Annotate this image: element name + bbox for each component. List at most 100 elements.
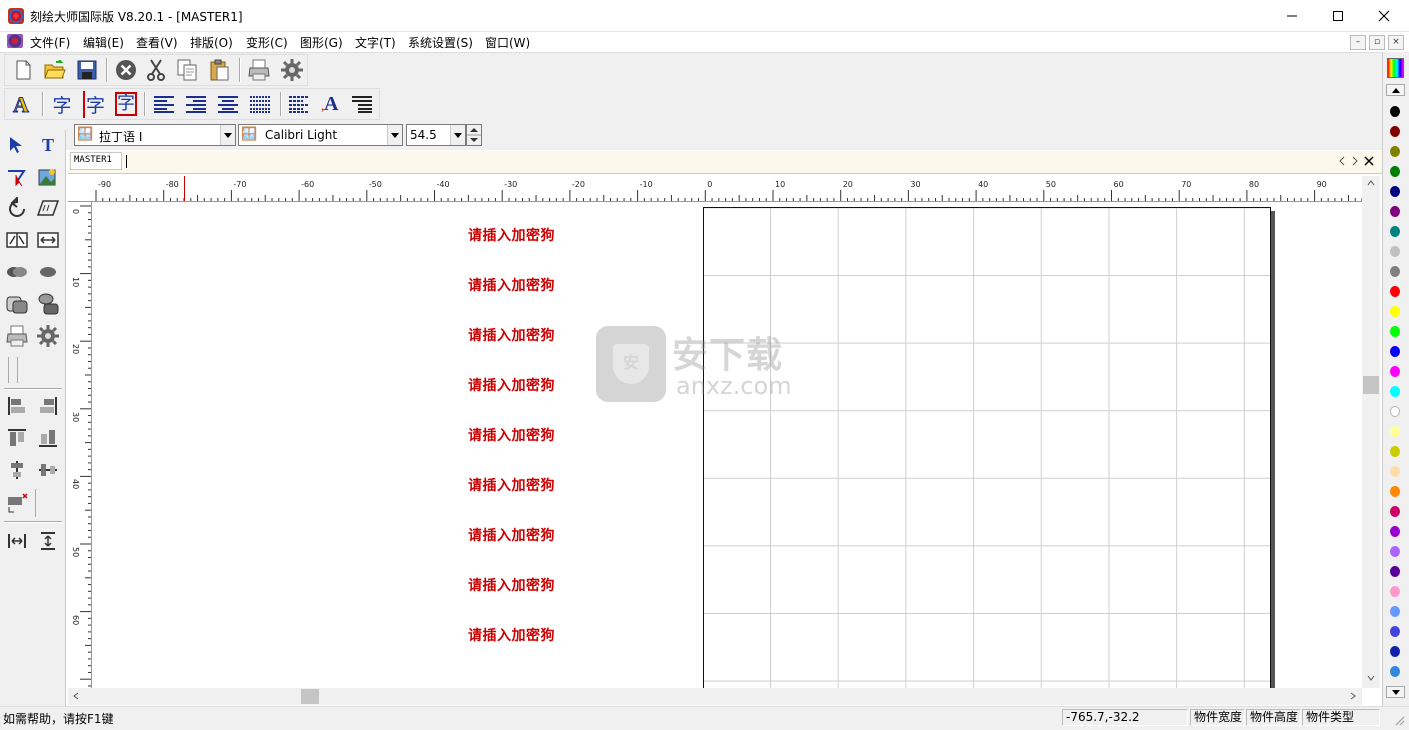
color-swatch[interactable] bbox=[1390, 406, 1400, 417]
chevron-right-icon[interactable] bbox=[1350, 692, 1356, 700]
document-icon[interactable] bbox=[7, 34, 23, 48]
align-top-tool[interactable] bbox=[4, 425, 30, 451]
combine-tool[interactable] bbox=[4, 291, 30, 317]
color-swatch[interactable] bbox=[1390, 146, 1400, 157]
menu-view[interactable]: 查看(V) bbox=[136, 34, 178, 51]
ellipse-tool[interactable] bbox=[35, 259, 61, 285]
resize-grip-icon[interactable] bbox=[1393, 714, 1405, 726]
align-right-tool[interactable] bbox=[35, 393, 61, 419]
color-swatch[interactable] bbox=[1390, 266, 1400, 277]
font-combo[interactable]: 🪟 Calibri Light bbox=[238, 124, 403, 146]
vertical-scrollbar[interactable] bbox=[1362, 176, 1380, 688]
copy-button[interactable] bbox=[173, 56, 201, 84]
settings-button[interactable] bbox=[278, 56, 306, 84]
chevron-down-icon[interactable] bbox=[1367, 675, 1375, 681]
menu-transform[interactable]: 变形(C) bbox=[246, 34, 288, 51]
color-swatch[interactable] bbox=[1390, 386, 1400, 397]
tab-close-button[interactable] bbox=[1364, 155, 1374, 169]
color-swatch[interactable] bbox=[1390, 666, 1400, 677]
center-horizontal-tool[interactable] bbox=[35, 457, 61, 483]
menu-text[interactable]: 文字(T) bbox=[355, 34, 396, 51]
color-swatch[interactable] bbox=[1390, 566, 1400, 577]
color-swatch[interactable] bbox=[1390, 306, 1400, 317]
char-outline-button[interactable]: 字 bbox=[80, 90, 108, 118]
color-swatch[interactable] bbox=[1390, 166, 1400, 177]
color-swatch[interactable] bbox=[1390, 526, 1400, 537]
close-button[interactable] bbox=[1361, 0, 1407, 32]
menu-layout[interactable]: 排版(O) bbox=[190, 34, 233, 51]
color-swatch[interactable] bbox=[1390, 326, 1400, 337]
flip-tool[interactable] bbox=[35, 227, 61, 253]
char-button[interactable]: 字 bbox=[48, 90, 76, 118]
mdi-restore-button[interactable]: ▫ bbox=[1369, 35, 1385, 50]
text-tool[interactable]: T bbox=[35, 132, 61, 158]
color-swatch[interactable] bbox=[1390, 106, 1400, 117]
tab-scroll-left-button[interactable] bbox=[1338, 155, 1346, 169]
char-box-button[interactable]: 字 bbox=[112, 90, 140, 118]
palette-scroll-down-button[interactable] bbox=[1386, 686, 1405, 698]
chevron-left-icon[interactable] bbox=[73, 692, 79, 700]
menu-file[interactable]: 文件(F) bbox=[30, 34, 70, 51]
align-bottom-tool[interactable] bbox=[35, 425, 61, 451]
output-tool[interactable] bbox=[4, 323, 30, 349]
menu-graphics[interactable]: 图形(G) bbox=[300, 34, 343, 51]
align-left-tool[interactable] bbox=[4, 393, 30, 419]
skew-tool[interactable] bbox=[35, 195, 61, 221]
cut-button[interactable] bbox=[142, 56, 170, 84]
weld-tool[interactable] bbox=[4, 259, 30, 285]
page-area[interactable] bbox=[703, 207, 1271, 688]
chevron-down-icon[interactable] bbox=[450, 125, 465, 145]
save-button[interactable] bbox=[73, 56, 101, 84]
print-button[interactable] bbox=[245, 56, 273, 84]
new-button[interactable] bbox=[9, 56, 37, 84]
tab-master1[interactable]: MASTER1 bbox=[70, 152, 122, 170]
mdi-close-button[interactable]: × bbox=[1388, 35, 1404, 50]
chevron-up-icon[interactable] bbox=[1367, 180, 1375, 186]
paragraph-button[interactable] bbox=[348, 90, 376, 118]
color-swatch[interactable] bbox=[1390, 466, 1400, 477]
script-combo[interactable]: 🪟 拉丁语 I bbox=[74, 124, 236, 146]
order-tool[interactable] bbox=[4, 489, 30, 515]
align-left-button[interactable] bbox=[150, 90, 178, 118]
text-style-button[interactable]: A bbox=[8, 90, 36, 118]
color-swatch[interactable] bbox=[1390, 286, 1400, 297]
maximize-button[interactable] bbox=[1315, 0, 1361, 32]
align-justify-button[interactable] bbox=[246, 90, 274, 118]
color-swatch[interactable] bbox=[1390, 626, 1400, 637]
color-swatch[interactable] bbox=[1390, 446, 1400, 457]
node-edit-tool[interactable] bbox=[4, 164, 30, 190]
color-picker-icon[interactable] bbox=[1387, 58, 1404, 78]
menu-system-settings[interactable]: 系统设置(S) bbox=[408, 34, 473, 51]
align-center-button[interactable] bbox=[214, 90, 242, 118]
color-swatch[interactable] bbox=[1390, 206, 1400, 217]
color-swatch[interactable] bbox=[1390, 646, 1400, 657]
color-swatch[interactable] bbox=[1390, 546, 1400, 557]
break-apart-tool[interactable] bbox=[35, 291, 61, 317]
mirror-tool[interactable] bbox=[4, 227, 30, 253]
color-swatch[interactable] bbox=[1390, 346, 1400, 357]
image-tool[interactable] bbox=[35, 164, 61, 190]
color-swatch[interactable] bbox=[1390, 586, 1400, 597]
color-swatch[interactable] bbox=[1390, 426, 1400, 437]
open-button[interactable] bbox=[41, 56, 69, 84]
color-swatch[interactable] bbox=[1390, 126, 1400, 137]
mdi-minimize-button[interactable]: – bbox=[1350, 35, 1366, 50]
color-swatch[interactable] bbox=[1390, 486, 1400, 497]
drawing-canvas[interactable]: 请插入加密狗 请插入加密狗 请插入加密狗 请插入加密狗 请插入加密狗 请插入加密… bbox=[92, 203, 1362, 688]
tab-scroll-right-button[interactable] bbox=[1351, 155, 1359, 169]
color-swatch[interactable] bbox=[1390, 506, 1400, 517]
font-size-combo[interactable]: 54.5 bbox=[406, 124, 466, 146]
vertical-scroll-thumb[interactable] bbox=[1363, 376, 1379, 394]
space-vertical-tool[interactable] bbox=[35, 528, 61, 554]
color-swatch[interactable] bbox=[1390, 246, 1400, 257]
center-vertical-tool[interactable] bbox=[4, 457, 30, 483]
paste-button[interactable] bbox=[205, 56, 233, 84]
horizontal-scrollbar[interactable] bbox=[68, 688, 1362, 705]
line-spacing-button[interactable] bbox=[285, 90, 313, 118]
font-size-stepper[interactable] bbox=[466, 124, 482, 146]
select-tool[interactable] bbox=[4, 132, 30, 158]
color-swatch[interactable] bbox=[1390, 226, 1400, 237]
align-right-button[interactable] bbox=[182, 90, 210, 118]
menu-edit[interactable]: 编辑(E) bbox=[83, 34, 124, 51]
rotate-tool[interactable] bbox=[4, 195, 30, 221]
